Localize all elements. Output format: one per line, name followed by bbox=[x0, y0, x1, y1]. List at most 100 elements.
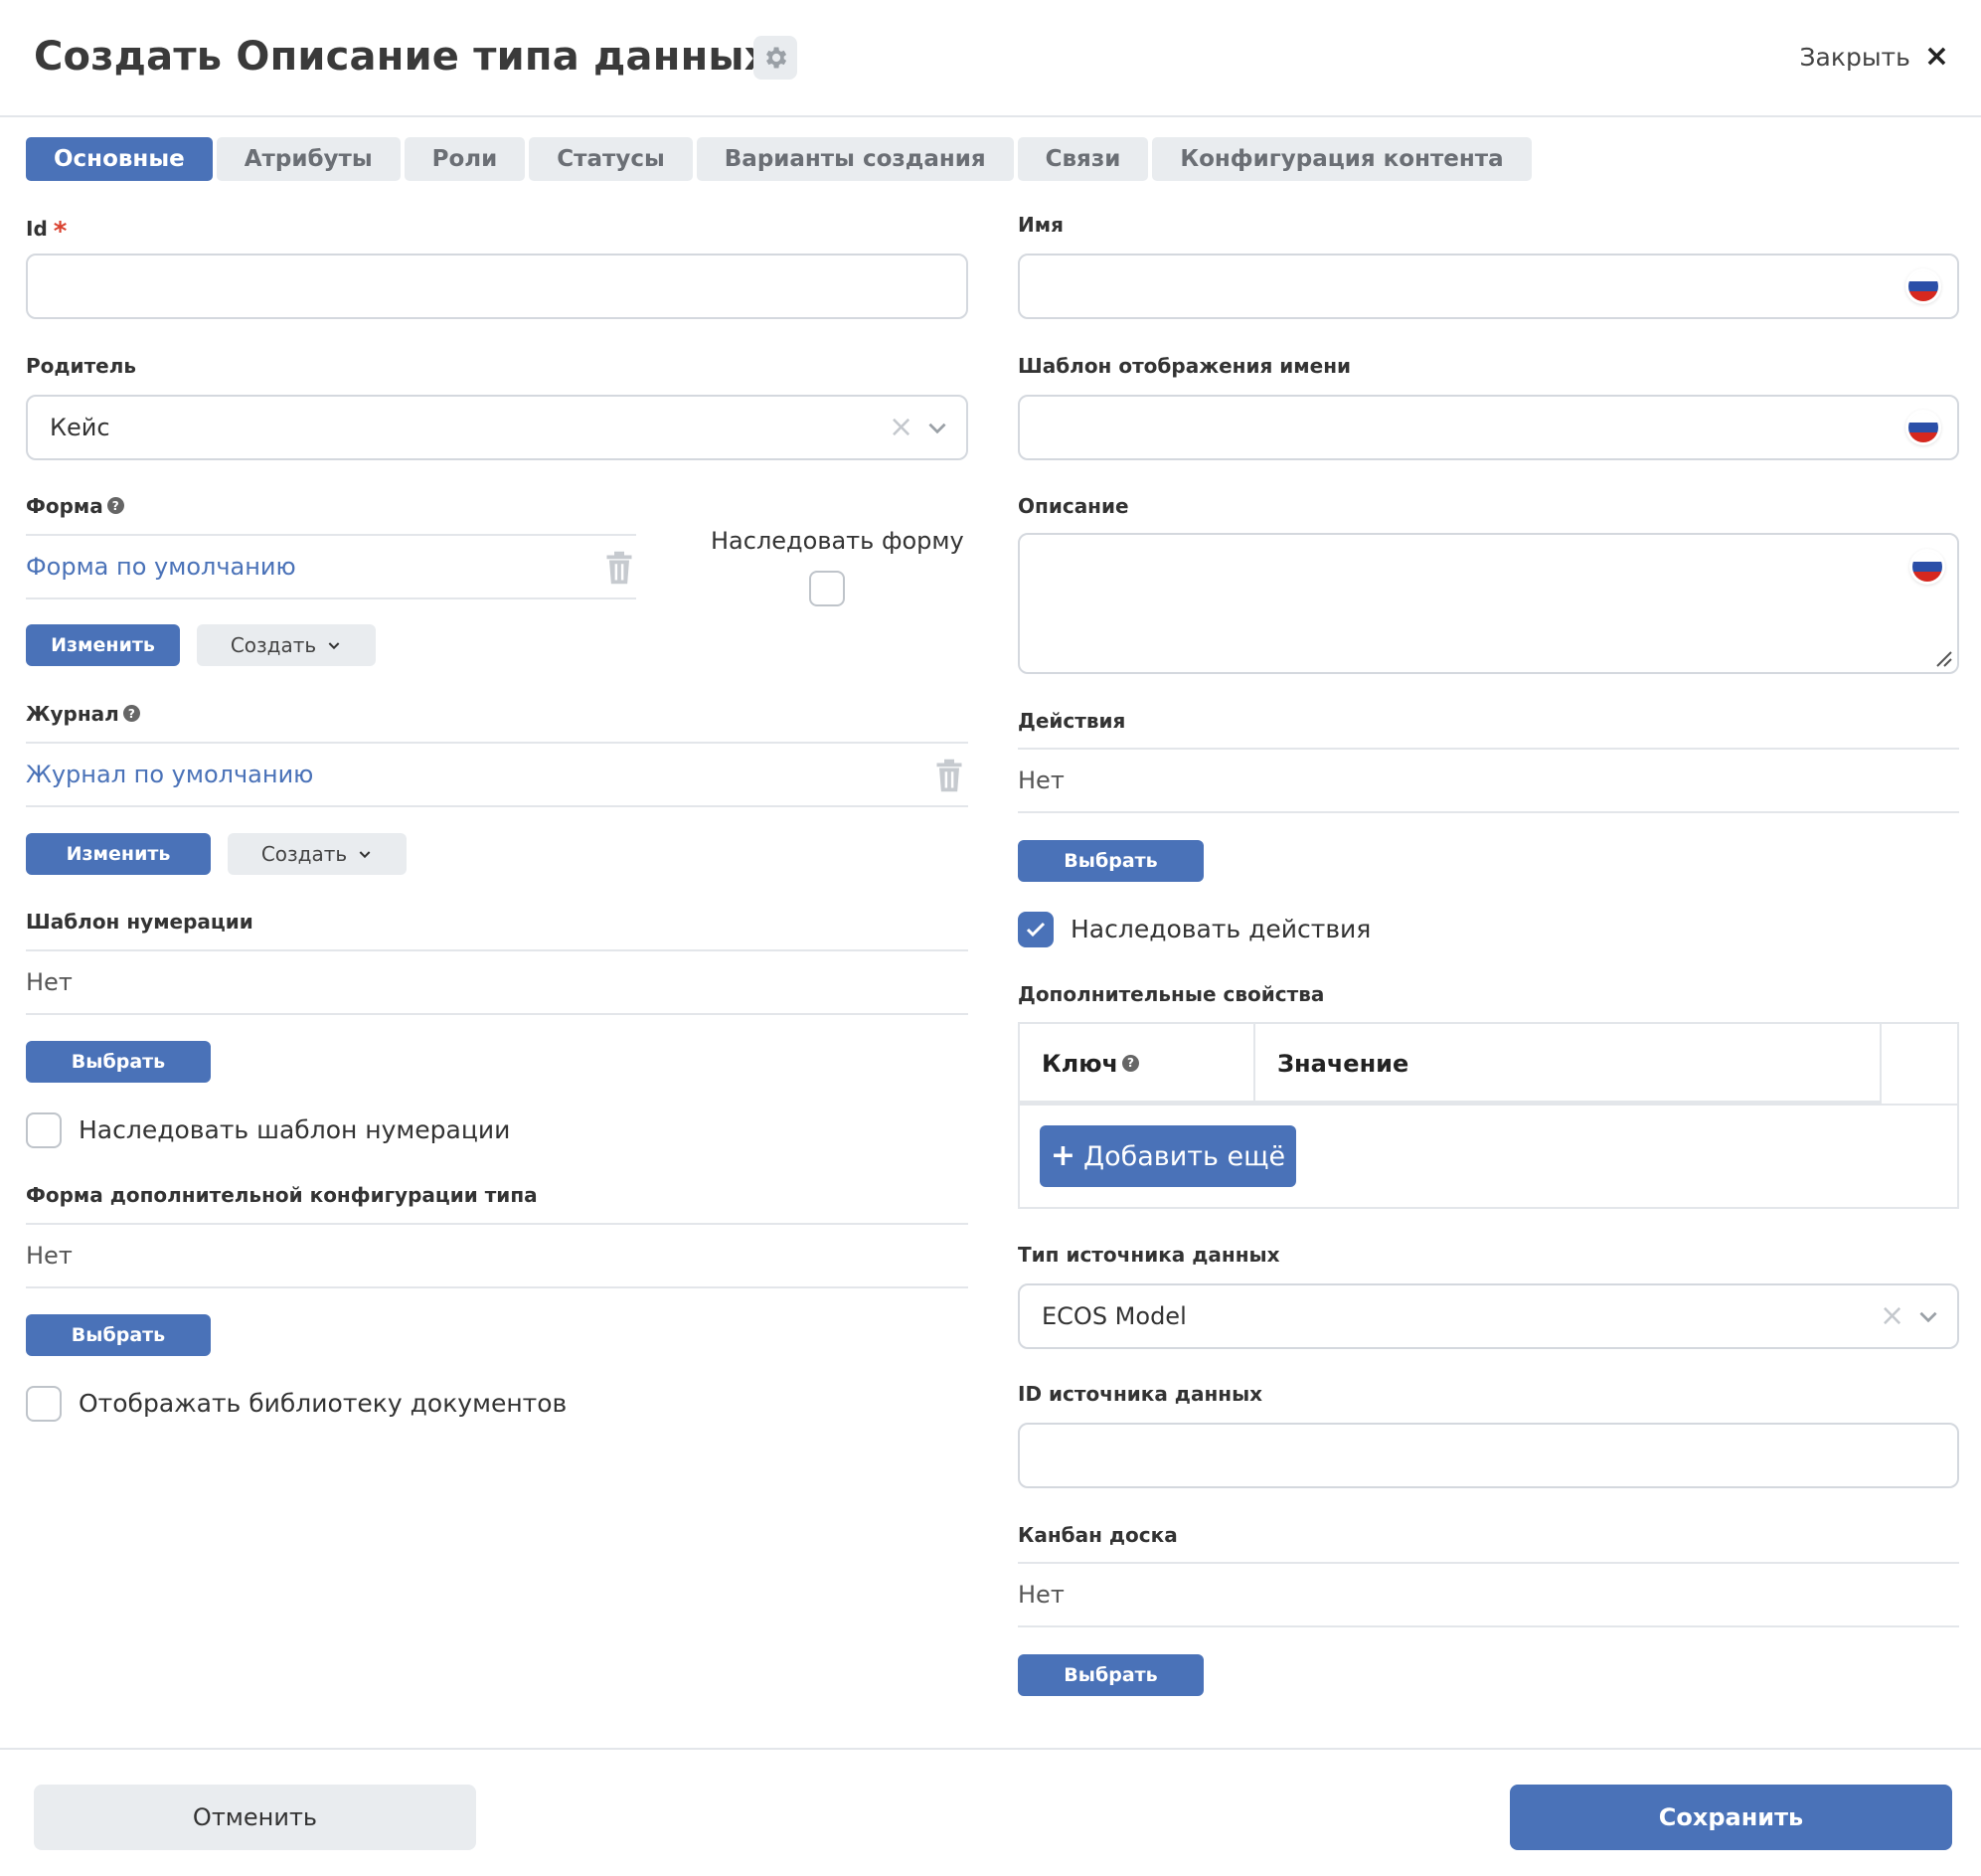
tab-associations[interactable]: Связи bbox=[1017, 137, 1149, 181]
source-id-label: ID источника данных bbox=[1018, 1382, 1263, 1406]
kanban-select-button[interactable]: Выбрать bbox=[1018, 1654, 1204, 1696]
numbering-label: Шаблон нумерации bbox=[26, 910, 253, 934]
inherit-form-label: Наследовать форму bbox=[711, 527, 964, 555]
form-create-label: Создать bbox=[230, 633, 317, 657]
inherit-form-checkbox[interactable] bbox=[809, 571, 845, 606]
kanban-value: Нет bbox=[1018, 1581, 1065, 1609]
journal-change-button[interactable]: Изменить bbox=[26, 833, 211, 875]
check-icon bbox=[1026, 922, 1046, 938]
tab-roles[interactable]: Роли bbox=[404, 137, 526, 181]
source-type-select[interactable]: ECOS Model × bbox=[1018, 1283, 1959, 1349]
gear-icon bbox=[766, 47, 787, 69]
form-change-button[interactable]: Изменить bbox=[26, 624, 180, 666]
source-id-input[interactable] bbox=[1018, 1423, 1959, 1488]
name-input[interactable] bbox=[1018, 254, 1959, 319]
kanban-field: Нет bbox=[1018, 1562, 1959, 1627]
help-icon[interactable]: ? bbox=[1122, 1054, 1140, 1072]
help-icon[interactable]: ? bbox=[106, 497, 124, 514]
form-field: Форма по умолчанию bbox=[26, 534, 636, 599]
description-textarea[interactable] bbox=[1018, 533, 1959, 674]
close-button[interactable]: Закрыть × bbox=[1800, 42, 1950, 72]
form-create-button[interactable]: Создать bbox=[197, 624, 376, 666]
divider bbox=[1020, 1104, 1957, 1106]
inherit-numbering-label: Наследовать шаблон нумерации bbox=[79, 1115, 511, 1144]
close-icon: × bbox=[1923, 39, 1949, 74]
russian-flag-icon[interactable] bbox=[1908, 271, 1938, 301]
chevron-down-icon[interactable] bbox=[1915, 1303, 1941, 1329]
show-library-label: Отображать библиотеку документов bbox=[79, 1389, 568, 1418]
description-label: Описание bbox=[1018, 494, 1129, 518]
inherit-actions-checkbox[interactable] bbox=[1018, 912, 1054, 947]
actions-label: Действия bbox=[1018, 709, 1126, 733]
modal-header: Создать Описание типа данных Закрыть × bbox=[0, 0, 1981, 117]
source-type-value: ECOS Model bbox=[1042, 1302, 1187, 1330]
actions-value: Нет bbox=[1018, 767, 1065, 794]
parent-value: Кейс bbox=[50, 414, 110, 441]
extra-props-label: Дополнительные свойства bbox=[1018, 982, 1325, 1006]
tab-create-variants[interactable]: Варианты создания bbox=[696, 137, 1014, 181]
russian-flag-icon[interactable] bbox=[1912, 552, 1942, 582]
journal-label-text: Журнал bbox=[26, 702, 119, 726]
extra-props-header: Ключ? Значение bbox=[1020, 1024, 1882, 1104]
extra-props-table: Ключ? Значение + Добавить ещё bbox=[1018, 1022, 1959, 1209]
id-input[interactable] bbox=[26, 254, 968, 319]
cancel-button[interactable]: Отменить bbox=[34, 1785, 476, 1850]
clear-icon[interactable]: × bbox=[889, 413, 913, 442]
help-icon[interactable]: ? bbox=[122, 705, 140, 722]
russian-flag-icon[interactable] bbox=[1908, 413, 1938, 442]
modal-title: Создать Описание типа данных bbox=[34, 34, 770, 80]
required-mark: * bbox=[53, 217, 68, 247]
trash-icon[interactable] bbox=[934, 758, 964, 793]
tab-content-config[interactable]: Конфигурация контента bbox=[1152, 137, 1532, 181]
form-label: Форма? bbox=[26, 494, 124, 518]
settings-gear-button[interactable] bbox=[753, 36, 797, 80]
add-more-button[interactable]: + Добавить ещё bbox=[1040, 1125, 1296, 1187]
actions-field: Нет bbox=[1018, 748, 1959, 813]
journal-field: Журнал по умолчанию bbox=[26, 742, 968, 807]
journal-label: Журнал? bbox=[26, 702, 140, 726]
config-form-select-button[interactable]: Выбрать bbox=[26, 1314, 211, 1356]
tab-main[interactable]: Основные bbox=[26, 137, 213, 181]
save-button[interactable]: Сохранить bbox=[1510, 1785, 1952, 1850]
chevron-down-icon[interactable] bbox=[924, 415, 950, 440]
numbering-field: Нет bbox=[26, 949, 968, 1015]
config-form-value: Нет bbox=[26, 1242, 73, 1270]
value-column-header: Значение bbox=[1255, 1024, 1882, 1104]
plus-icon: + bbox=[1050, 1138, 1075, 1173]
tab-bar: Основные Атрибуты Роли Статусы Варианты … bbox=[26, 137, 1532, 181]
key-header-text: Ключ bbox=[1042, 1050, 1119, 1078]
inherit-actions-label: Наследовать действия bbox=[1071, 915, 1372, 943]
tab-attributes[interactable]: Атрибуты bbox=[216, 137, 401, 181]
journal-create-button[interactable]: Создать bbox=[228, 833, 407, 875]
config-form-field: Нет bbox=[26, 1223, 968, 1288]
source-type-label: Тип источника данных bbox=[1018, 1243, 1280, 1267]
show-library-checkbox[interactable] bbox=[26, 1386, 62, 1422]
tab-statuses[interactable]: Статусы bbox=[529, 137, 693, 181]
name-template-label: Шаблон отображения имени bbox=[1018, 354, 1352, 378]
parent-label: Родитель bbox=[26, 354, 137, 378]
create-type-modal: Создать Описание типа данных Закрыть × О… bbox=[0, 0, 1981, 1876]
clear-icon[interactable]: × bbox=[1880, 1301, 1904, 1331]
chevron-down-icon bbox=[359, 851, 371, 859]
chevron-down-icon bbox=[328, 642, 340, 650]
journal-create-label: Создать bbox=[260, 842, 348, 866]
key-column-header: Ключ? bbox=[1020, 1024, 1255, 1104]
form-label-text: Форма bbox=[26, 494, 103, 518]
config-form-label: Форма дополнительной конфигурации типа bbox=[26, 1183, 538, 1207]
numbering-select-button[interactable]: Выбрать bbox=[26, 1041, 211, 1083]
resize-handle-icon[interactable] bbox=[1933, 648, 1953, 668]
form-link[interactable]: Форма по умолчанию bbox=[26, 553, 296, 581]
name-label: Имя bbox=[1018, 213, 1064, 237]
journal-link[interactable]: Журнал по умолчанию bbox=[26, 761, 313, 788]
kanban-label: Канбан доска bbox=[1018, 1523, 1178, 1547]
id-label-text: Id bbox=[26, 217, 48, 241]
add-more-label: Добавить ещё bbox=[1082, 1140, 1286, 1172]
numbering-value: Нет bbox=[26, 968, 73, 996]
close-label: Закрыть bbox=[1799, 42, 1910, 72]
actions-select-button[interactable]: Выбрать bbox=[1018, 840, 1204, 882]
inherit-numbering-checkbox[interactable] bbox=[26, 1112, 62, 1148]
name-template-input[interactable] bbox=[1018, 395, 1959, 460]
parent-select[interactable]: Кейс × bbox=[26, 395, 968, 460]
id-label: Id * bbox=[26, 213, 67, 247]
trash-icon[interactable] bbox=[604, 550, 634, 586]
